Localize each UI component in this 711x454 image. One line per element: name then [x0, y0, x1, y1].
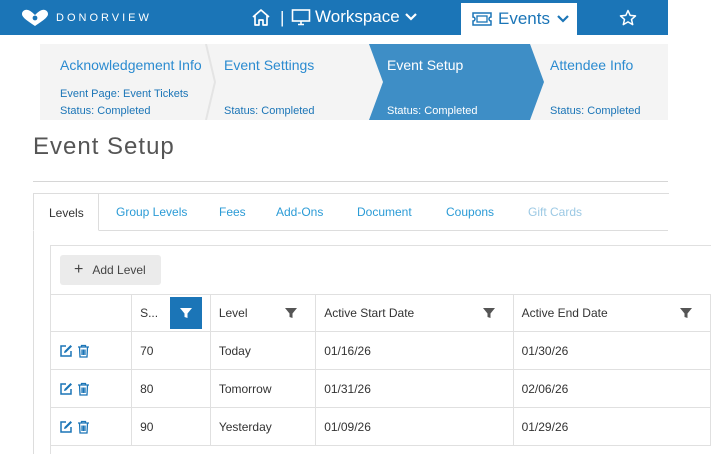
workspace-menu[interactable]: Workspace: [291, 7, 418, 27]
edit-icon[interactable]: [59, 420, 73, 434]
step-acknowledgement-info[interactable]: Acknowledgement Info Event Page: Event T…: [40, 44, 210, 120]
delete-icon[interactable]: [77, 420, 90, 434]
cell-level: Tomorrow: [209, 369, 317, 408]
step-subtitle: Event Page: Event Tickets: [60, 88, 189, 100]
nav-separator: |: [280, 8, 285, 27]
cell-end-date: 01/29/26: [512, 407, 711, 446]
tab-fees[interactable]: Fees: [219, 205, 246, 219]
cell-level: Yesterday: [209, 407, 317, 446]
donorview-logo-icon: [22, 9, 48, 26]
filter-icon[interactable]: [169, 297, 202, 329]
tab-levels[interactable]: Levels: [33, 193, 99, 231]
add-level-button[interactable]: + Add Level: [60, 255, 161, 285]
monitor-icon: [291, 9, 311, 26]
chevron-down-icon: [557, 15, 569, 23]
column-label: Level: [218, 306, 248, 320]
events-menu[interactable]: Events: [461, 3, 577, 35]
ticket-icon: [472, 12, 492, 26]
table-row: 70 Today 01/16/26 01/30/26: [49, 331, 711, 370]
edit-icon[interactable]: [59, 344, 73, 358]
column-label: Active End Date: [521, 306, 608, 320]
step-event-setup[interactable]: Event Setup Status: Completed: [367, 44, 532, 120]
levels-table: S... Level Active Start Date Active End …: [49, 294, 711, 446]
table-row: 80 Tomorrow 01/31/26 02/06/26: [49, 369, 711, 408]
logo-text: DONORVIEW: [56, 12, 152, 24]
step-status: Status: Completed: [224, 105, 315, 117]
tab-add-ons[interactable]: Add-Ons: [276, 205, 323, 219]
column-label: S...: [140, 306, 159, 320]
filter-icon[interactable]: [275, 297, 307, 329]
top-nav-bar: DONORVIEW | Workspace Events: [0, 0, 668, 35]
chevron-down-icon: [404, 13, 417, 21]
cell-start-date: 01/16/26: [315, 331, 514, 370]
cell-start-date: 01/09/26: [315, 407, 514, 446]
home-icon[interactable]: [251, 8, 271, 32]
wizard-steps: Acknowledgement Info Event Page: Event T…: [40, 44, 668, 120]
tab-group-levels[interactable]: Group Levels: [116, 205, 187, 219]
tab-underline: [99, 230, 668, 231]
table-row: 90 Yesterday 01/09/26 01/29/26: [49, 407, 711, 446]
filter-icon[interactable]: [670, 297, 702, 329]
cell-start-date: 01/31/26: [315, 369, 514, 408]
cell-sequence: 70: [131, 331, 211, 370]
plus-icon: +: [74, 261, 84, 278]
tab-gift-cards[interactable]: Gift Cards: [528, 205, 582, 219]
step-title: Attendee Info: [550, 57, 634, 73]
page-title: Event Setup: [33, 133, 175, 160]
cell-level: Today: [209, 331, 317, 370]
row-actions: [49, 331, 133, 370]
step-status: Status: Completed: [60, 105, 151, 117]
delete-icon[interactable]: [77, 382, 90, 396]
column-header-active-start-date[interactable]: Active Start Date: [315, 294, 514, 332]
actions-column-header: [49, 294, 133, 332]
column-header-active-end-date[interactable]: Active End Date: [512, 294, 711, 332]
favorite-star-icon[interactable]: [619, 9, 637, 32]
cell-end-date: 02/06/26: [512, 369, 711, 408]
workspace-label: Workspace: [315, 7, 400, 26]
logo[interactable]: DONORVIEW: [20, 9, 152, 27]
column-header-sequence[interactable]: S...: [131, 294, 211, 332]
step-status: Status: Completed: [550, 105, 641, 117]
cell-end-date: 01/30/26: [512, 331, 711, 370]
column-label: Active Start Date: [324, 306, 415, 320]
table-header-row: S... Level Active Start Date Active End …: [49, 294, 711, 332]
cell-sequence: 90: [131, 407, 211, 446]
tab-label: Levels: [49, 206, 84, 220]
cell-sequence: 80: [131, 369, 211, 408]
step-event-settings[interactable]: Event Settings Status: Completed: [204, 44, 369, 120]
add-level-label: Add Level: [92, 263, 146, 277]
step-title: Acknowledgement Info: [60, 57, 202, 73]
filter-icon[interactable]: [473, 297, 505, 329]
step-status: Status: Completed: [387, 105, 478, 117]
tab-document[interactable]: Document: [357, 205, 412, 219]
edit-icon[interactable]: [59, 382, 73, 396]
step-attendee-info[interactable]: Attendee Info Status: Completed: [530, 44, 668, 120]
events-label: Events: [498, 9, 550, 28]
step-title: Event Setup: [387, 57, 464, 73]
row-actions: [49, 369, 133, 408]
tab-coupons[interactable]: Coupons: [446, 205, 494, 219]
step-title: Event Settings: [224, 57, 315, 73]
column-header-level[interactable]: Level: [209, 294, 317, 332]
divider: [33, 181, 668, 182]
delete-icon[interactable]: [77, 344, 90, 358]
row-actions: [49, 407, 133, 446]
